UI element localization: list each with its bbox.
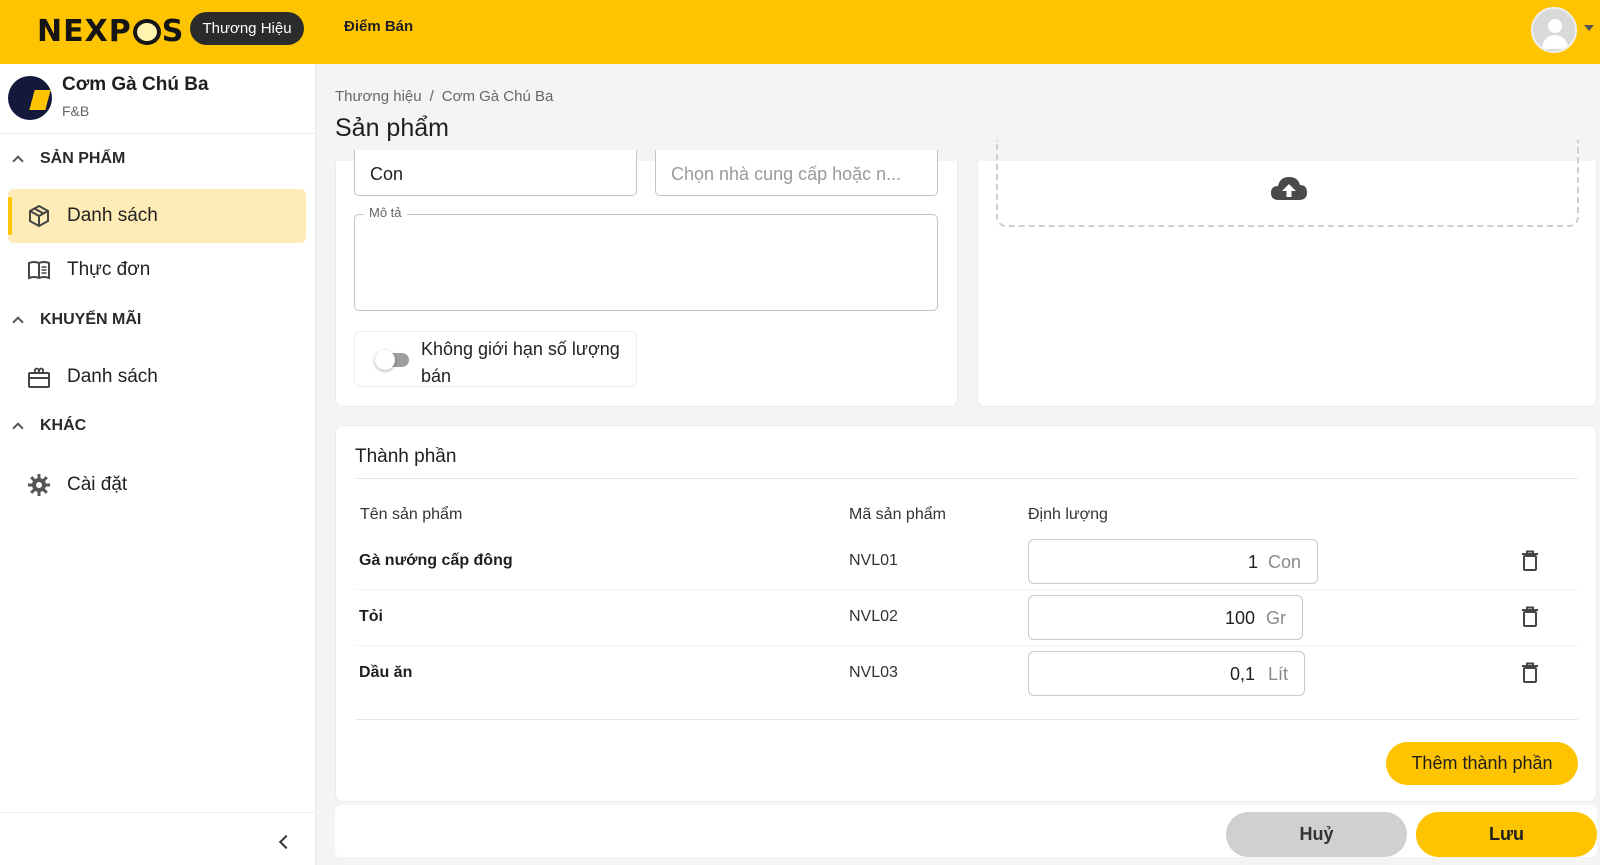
table-row: Dầu ăn NVL03 0,1 Lít [355,646,1578,702]
sidebar-item-settings[interactable]: Cài đặt [8,458,306,512]
trash-icon[interactable] [1521,606,1539,628]
section-san-pham[interactable]: SẢN PHẨM [12,150,126,168]
table-row: Gà nướng cấp đông NVL01 1 Con [355,534,1578,590]
brand-name: Cơm Gà Chú Ba [62,74,209,95]
ingredient-name: Gà nướng cấp đông [359,552,513,569]
table-row: Tỏi NVL02 100 Gr [355,590,1578,646]
save-button[interactable]: Lưu [1416,812,1597,857]
quantity-value: 0,1 [1229,664,1255,684]
logo-text-end: S [161,13,185,49]
nexpos-logo[interactable]: NEXP S [37,13,185,49]
section-khuyen-mai[interactable]: KHUYẾN MÃI [12,311,142,329]
brand-logo [8,76,52,120]
breadcrumb: Thương hiệu / Cơm Gà Chú Ba [335,88,553,105]
brand-card[interactable]: Cơm Gà Chú Ba F&B [0,64,316,134]
brand-type: F&B [62,103,90,119]
logo-o-icon [132,19,161,45]
ingredient-code: NVL03 [849,664,898,681]
trash-icon[interactable] [1521,662,1539,684]
toggle-switch[interactable] [375,350,409,370]
add-ingredient-button[interactable]: Thêm thành phần [1386,742,1578,785]
column-header-name: Tên sản phẩm [360,506,463,523]
ingredient-code: NVL01 [849,552,898,569]
user-avatar[interactable] [1531,7,1577,53]
image-upload-dropzone[interactable] [996,140,1579,227]
page-title: Sản phẩm [335,114,449,142]
unit-field-value: Con [370,164,404,184]
quantity-value: 100 [1224,608,1255,628]
quantity-unit: Con [1267,552,1301,572]
user-icon [1548,19,1562,33]
box-icon [29,204,49,228]
chevron-up-icon [12,155,24,167]
column-header-code: Mã sản phẩm [849,506,946,523]
quantity-input[interactable]: 100 Gr [1028,595,1303,640]
section-title-label: SẢN PHẨM [40,150,126,167]
quantity-value: 1 [1247,552,1258,572]
breadcrumb-item[interactable]: Thương hiệu [335,88,422,105]
ingredient-code: NVL02 [849,608,898,625]
supplier-placeholder: Chọn nhà cung cấp hoặc n... [671,164,902,184]
action-bar [335,805,1597,857]
cancel-button[interactable]: Huỷ [1226,812,1407,857]
chevron-down-icon[interactable] [1584,25,1594,31]
section-title-label: KHÁC [40,417,87,434]
description-label: Mô tả [364,205,407,220]
sidebar-item-menu[interactable]: Thực đơn [8,243,306,297]
chevron-up-icon [12,422,24,434]
gear-icon [28,474,50,496]
top-bar: NEXP S Thương Hiệu Điểm Bán [0,0,1600,64]
tab-brand[interactable]: Thương Hiệu [190,12,304,45]
breadcrumb-item-current: Cơm Gà Chú Ba [441,88,554,105]
sidebar-item-label: Danh sách [67,205,158,226]
trash-icon[interactable] [1521,550,1539,572]
quantity-input[interactable]: 1 Con [1028,539,1318,584]
divider [355,478,1578,479]
section-khac[interactable]: KHÁC [12,417,87,435]
section-title-label: KHUYẾN MÃI [40,311,142,328]
sidebar-item-label: Danh sách [67,366,158,387]
sidebar-item-label: Cài đặt [67,474,128,495]
sidebar: Cơm Gà Chú Ba F&B SẢN PHẨM Danh sách Thự… [0,64,316,865]
sidebar-item-promo-list[interactable]: Danh sách [8,350,306,404]
menu-book-icon [28,261,50,280]
user-icon-body [1542,35,1568,49]
breadcrumb-separator: / [429,88,434,105]
quantity-unit: Lít [1267,664,1288,684]
column-header-quantity: Định lượng [1028,506,1108,523]
description-textarea[interactable] [354,214,938,311]
brand-logo-accent [29,90,51,110]
toggle-knob [375,350,395,370]
tab-pos[interactable]: Điểm Bán [344,18,413,35]
sidebar-collapse[interactable] [0,812,316,865]
unlimited-label: Không giới hạn số lượng bán [421,339,620,386]
quantity-input[interactable]: 0,1 Lít [1028,651,1305,696]
ingredient-name: Dầu ăn [359,664,413,681]
divider [355,719,1578,720]
cloud-upload-icon [1271,177,1307,200]
ingredients-card: Thành phần Tên sản phẩm Mã sản phẩm Định… [335,425,1597,802]
unlimited-quantity-toggle[interactable]: Không giới hạn số lượng bán [354,331,637,387]
sidebar-item-product-list[interactable]: Danh sách [8,189,306,243]
logo-text: NEXP [37,13,132,49]
quantity-unit: Gr [1266,608,1286,628]
chevron-up-icon [12,316,24,328]
chevron-left-icon [278,834,294,850]
unit-field[interactable]: Con [354,150,637,196]
gift-icon [28,367,50,388]
ingredients-title: Thành phần [355,446,457,467]
ingredient-name: Tỏi [359,608,383,625]
sidebar-item-label: Thực đơn [67,259,151,280]
supplier-select[interactable]: Chọn nhà cung cấp hoặc n... [655,150,938,196]
